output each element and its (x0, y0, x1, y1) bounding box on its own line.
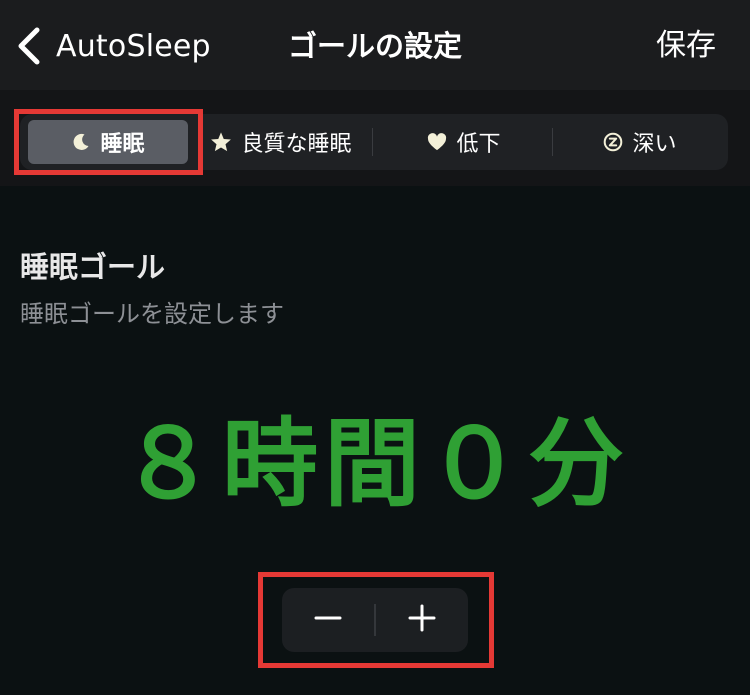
save-button[interactable]: 保存 (656, 22, 716, 70)
heart-icon (427, 133, 447, 151)
segment-deep[interactable]: 深い (552, 114, 728, 170)
navigation-bar: AutoSleep ゴールの設定 保存 (0, 0, 750, 90)
segment-sleep[interactable]: 睡眠 (28, 120, 188, 164)
segment-label: 睡眠 (100, 132, 145, 157)
increase-button[interactable] (376, 588, 468, 652)
goal-settings-screen: AutoSleep ゴールの設定 保存 睡眠 良質な睡眠 低下 深い 睡眠ゴール… (0, 0, 750, 695)
z-circle-icon (603, 132, 623, 152)
segmented-control: 睡眠 良質な睡眠 低下 深い (20, 114, 728, 170)
minus-icon (313, 603, 343, 637)
section-subtitle: 睡眠ゴールを設定します (20, 300, 284, 328)
plus-icon (407, 603, 437, 637)
goal-stepper (282, 588, 468, 652)
back-button-label: AutoSleep (56, 28, 211, 64)
segment-label: 低下 (456, 132, 501, 157)
segment-low[interactable]: 低下 (376, 114, 552, 170)
star-icon (210, 131, 232, 153)
chevron-left-icon (16, 26, 42, 66)
segment-label: 良質な睡眠 (241, 132, 352, 157)
section-title: 睡眠ゴール (20, 250, 166, 284)
goal-value: ８時間０分 (120, 408, 630, 520)
segment-bar: 睡眠 良質な睡眠 低下 深い (0, 90, 750, 186)
segment-label: 深い (632, 132, 677, 157)
moon-icon (71, 132, 91, 152)
back-button[interactable]: AutoSleep (16, 22, 211, 70)
segment-quality-sleep[interactable]: 良質な睡眠 (192, 114, 370, 170)
decrease-button[interactable] (282, 588, 374, 652)
segment-divider (372, 128, 373, 156)
goal-content: 睡眠ゴール 睡眠ゴールを設定します ８時間０分 (0, 186, 750, 695)
